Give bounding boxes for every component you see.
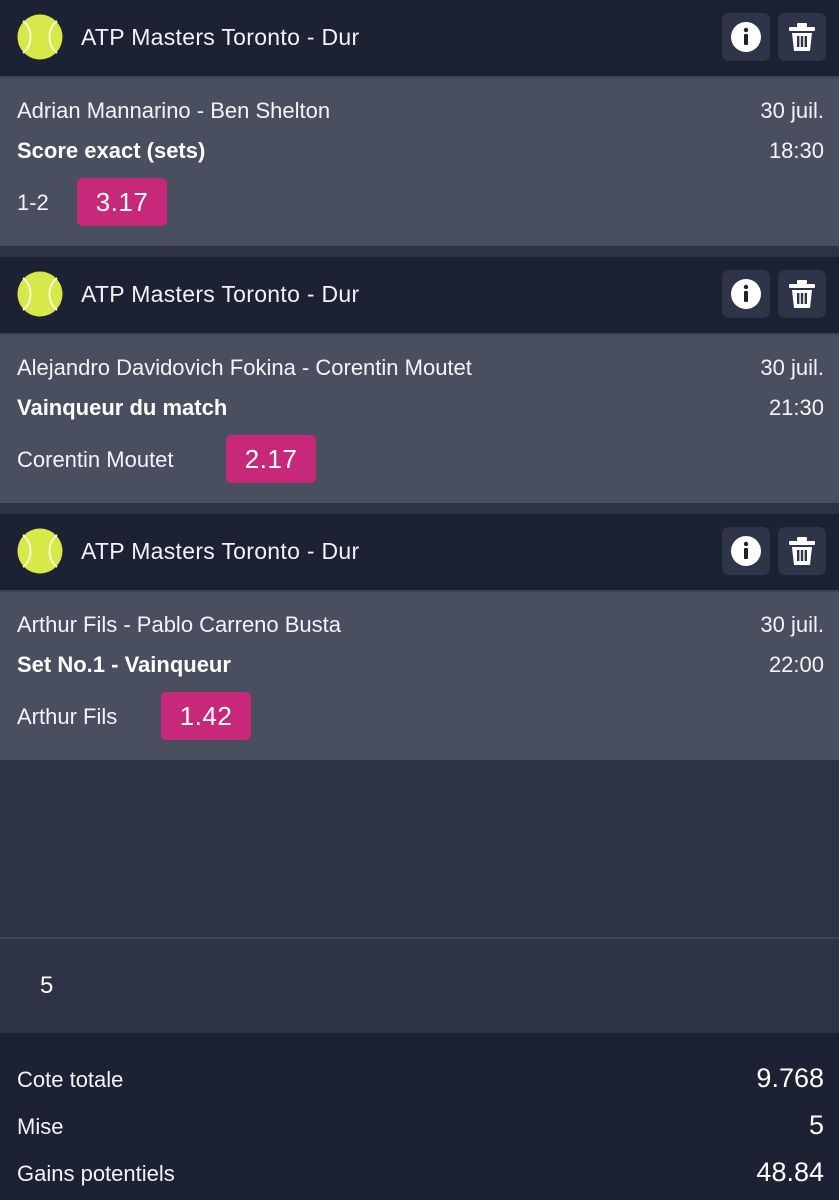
bet-card-header: ATP Masters Toronto - Dur [0,257,839,335]
odds-badge[interactable]: 2.17 [226,435,316,483]
info-button[interactable] [722,13,770,61]
match-time: 21:30 [768,395,824,420]
bet-summary: Cote totale 9.768 Mise 5 Gains potentiel… [0,1033,839,1200]
match-time: 22:00 [768,652,824,677]
delete-button[interactable] [778,527,826,575]
delete-button[interactable] [778,270,826,318]
info-icon [731,279,761,309]
league-name: ATP Masters Toronto - Dur [81,24,360,50]
selection-name: Corentin Moutet [17,447,174,472]
info-button[interactable] [722,527,770,575]
potential-gains-row: Gains potentiels 48.84 [0,1151,839,1191]
odds-badge[interactable]: 1.42 [161,692,251,740]
potential-gains-label: Gains potentiels [17,1161,175,1186]
trash-icon [789,23,815,51]
info-icon [731,536,761,566]
league-name: ATP Masters Toronto - Dur [81,281,360,307]
total-odds-value: 9.768 [756,1063,824,1093]
match-name: Arthur Fils - Pablo Carreno Busta [17,612,342,637]
bet-card: ATP Masters Toronto - Dur Adrian Mannari… [0,0,839,246]
stake-input-value[interactable]: 5 [40,972,53,1000]
match-name: Alejandro Davidovich Fokina - Corentin M… [17,355,472,380]
stake-input[interactable]: 5 [0,937,839,1035]
tennis-ball-icon [17,271,63,317]
tennis-ball-icon [17,528,63,574]
match-time: 18:30 [768,138,824,163]
match-name: Adrian Mannarino - Ben Shelton [17,98,331,123]
tennis-ball-icon [17,14,63,60]
bet-card-header: ATP Masters Toronto - Dur [0,0,839,78]
market-name: Vainqueur du match [17,395,228,420]
market-name: Set No.1 - Vainqueur [17,652,231,677]
info-button[interactable] [722,270,770,318]
potential-gains-value: 48.84 [756,1157,824,1187]
selection-name: 1-2 [17,190,49,215]
league-name: ATP Masters Toronto - Dur [81,538,360,564]
info-icon [731,22,761,52]
odds-badge[interactable]: 3.17 [77,178,167,226]
bet-card-header: ATP Masters Toronto - Dur [0,514,839,592]
market-name: Score exact (sets) [17,138,206,163]
bet-card-body: Arthur Fils - Pablo Carreno Busta 30 jui… [0,592,839,760]
selection-name: Arthur Fils [17,704,118,729]
bet-card: ATP Masters Toronto - Dur Alejandro Davi… [0,257,839,503]
match-date: 30 juil. [760,612,824,637]
bet-card: ATP Masters Toronto - Dur Arthur Fils - … [0,514,839,760]
match-date: 30 juil. [760,98,824,123]
match-date: 30 juil. [760,355,824,380]
bet-card-body: Adrian Mannarino - Ben Shelton 30 juil. … [0,78,839,246]
delete-button[interactable] [778,13,826,61]
total-odds-label: Cote totale [17,1067,124,1092]
total-odds-row: Cote totale 9.768 [0,1057,839,1097]
trash-icon [789,537,815,565]
bet-card-body: Alejandro Davidovich Fokina - Corentin M… [0,335,839,503]
stake-row: Mise 5 [0,1104,839,1144]
stake-value: 5 [808,1110,824,1140]
trash-icon [789,280,815,308]
stake-label: Mise [17,1114,64,1139]
